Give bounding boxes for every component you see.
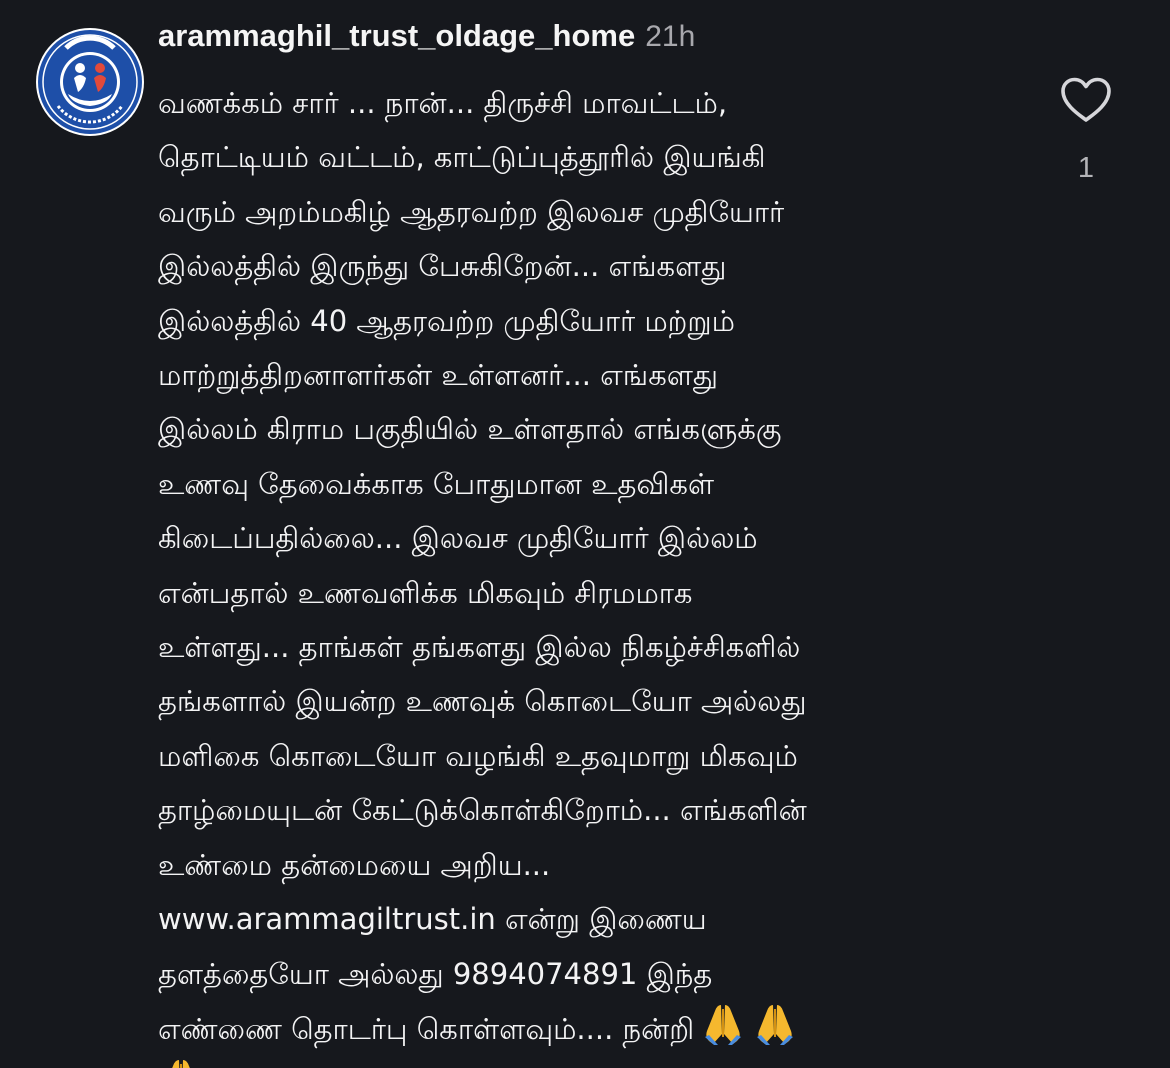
comment-line: உணவு தேவைக்காக போதுமான உதவிகள் — [158, 466, 715, 501]
comment-line: www.arammagiltrust.in என்று இணைய — [158, 902, 707, 937]
comment-line: இல்லத்தில் இருந்து பேசுகிறேன்... எங்களது — [158, 249, 727, 284]
comment: arammaghil_trust_oldage_home 21h வணக்கம்… — [0, 0, 1170, 1068]
comment-line: தங்களால் இயன்ற உணவுக் கொடையோ அல்லது — [158, 684, 807, 719]
comment-line: வரும் அறம்மகிழ் ஆதரவற்ற இலவச முதியோர் — [158, 194, 785, 229]
like-area: 1 — [1050, 76, 1122, 185]
folded-hands-emoji — [752, 1001, 798, 1047]
heart-outline-icon[interactable] — [1059, 76, 1113, 124]
comment-line-last: எண்ணை தொடர்பு கொள்ளவும்.... நன்றி — [158, 1001, 1018, 1056]
trust-logo-icon — [38, 30, 142, 134]
comment-line-emoji — [158, 1056, 1018, 1068]
folded-hands-emoji — [700, 1001, 746, 1047]
username[interactable]: arammaghil_trust_oldage_home — [158, 18, 635, 54]
comment-line: இல்லம் கிராம பகுதியில் உள்ளதால் எங்களுக்… — [158, 412, 782, 447]
like-count[interactable]: 1 — [1050, 152, 1122, 185]
comment-header: arammaghil_trust_oldage_home 21h — [158, 18, 695, 62]
comment-line: தளத்தையோ அல்லது 9894074891 இந்த — [158, 956, 713, 991]
comment-line-text: எண்ணை தொடர்பு கொள்ளவும்.... நன்றி — [158, 1011, 695, 1046]
comment-line: என்பதால் உணவளிக்க மிகவும் சிரமமாக — [158, 575, 693, 610]
comment-line: இல்லத்தில் 40 ஆதரவற்ற முதியோர் மற்றும் — [158, 303, 735, 338]
folded-hands-emoji — [158, 1056, 204, 1068]
comment-body: வணக்கம் சார் ... நான்... திருச்சி மாவட்ட… — [158, 76, 1018, 1068]
comment-line: உண்மை தன்மையை அறிய... — [158, 847, 551, 882]
comment-line: உள்ளது... தாங்கள் தங்களது இல்ல நிகழ்ச்சி… — [158, 630, 801, 665]
comment-line: மாற்றுத்திறனாளர்கள் உள்ளனர்... எங்களது — [158, 358, 719, 393]
timestamp: 21h — [645, 20, 696, 53]
comment-line: தொட்டியம் வட்டம், காட்டுப்புத்தூரில் இயங… — [158, 140, 766, 175]
comment-line: மளிகை கொடையோ வழங்கி உதவுமாறு மிகவும் — [158, 738, 798, 773]
comment-line: வணக்கம் சார் ... நான்... திருச்சி மாவட்ட… — [158, 86, 728, 120]
avatar[interactable] — [36, 28, 144, 136]
comment-line: தாழ்மையுடன் கேட்டுக்கொள்கிறோம்... எங்களி… — [158, 793, 807, 828]
comment-line: கிடைப்பதில்லை... இலவச முதியோர் இல்லம் — [158, 521, 758, 556]
